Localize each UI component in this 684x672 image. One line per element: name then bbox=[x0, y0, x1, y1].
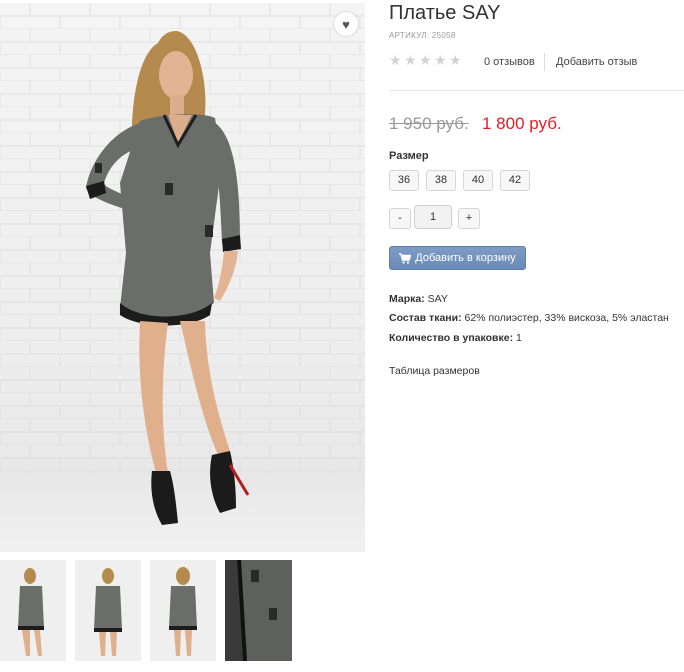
size-option-38[interactable]: 38 bbox=[426, 170, 456, 191]
size-table-link[interactable]: Таблица размеров bbox=[389, 365, 480, 377]
thumbnail-1-image bbox=[0, 560, 66, 661]
model-figure bbox=[86, 31, 250, 525]
size-option-36[interactable]: 36 bbox=[389, 170, 419, 191]
divider bbox=[544, 53, 545, 71]
star-icon[interactable]: ★ bbox=[389, 53, 402, 67]
size-label: Размер bbox=[389, 150, 429, 162]
favorite-button[interactable]: ♥ bbox=[334, 12, 358, 36]
heart-icon: ♥ bbox=[342, 16, 350, 32]
star-icon[interactable]: ★ bbox=[404, 53, 417, 67]
product-title: Платье SAY bbox=[389, 2, 501, 24]
star-icon[interactable]: ★ bbox=[419, 53, 432, 67]
divider bbox=[389, 90, 684, 91]
spec-key: Состав ткани: bbox=[389, 312, 462, 324]
add-to-cart-label: Добавить в корзину bbox=[415, 252, 516, 264]
current-price: 1 800 руб. bbox=[482, 114, 562, 133]
quantity-input[interactable] bbox=[414, 205, 452, 229]
spec-value: 62% полиэстер, 33% вискоза, 5% эластан bbox=[464, 312, 669, 324]
product-sku: АРТИКУЛ: 25058 bbox=[389, 31, 456, 40]
thumbnail-3[interactable] bbox=[150, 560, 216, 661]
spec-brand: Марка: SAY bbox=[389, 293, 448, 305]
spec-package-quantity: Количество в упаковке: 1 bbox=[389, 332, 522, 344]
old-price: 1 950 руб. bbox=[389, 114, 469, 133]
thumbnail-4[interactable] bbox=[225, 560, 292, 661]
thumbnail-4-image bbox=[225, 560, 292, 661]
thumbnail-3-image bbox=[150, 560, 216, 661]
star-icon[interactable]: ★ bbox=[449, 53, 462, 67]
spec-key: Марка: bbox=[389, 293, 425, 305]
thumbnail-2[interactable] bbox=[75, 560, 141, 661]
main-product-photo[interactable]: ♥ bbox=[0, 3, 365, 552]
thumbnail-1[interactable] bbox=[0, 560, 66, 661]
cart-icon bbox=[399, 252, 412, 264]
star-icon[interactable]: ★ bbox=[434, 53, 447, 67]
spec-value: 1 bbox=[516, 332, 522, 344]
quantity-decrease-button[interactable]: - bbox=[389, 208, 411, 229]
spec-value: SAY bbox=[427, 293, 448, 305]
add-review-link[interactable]: Добавить отзыв bbox=[556, 56, 637, 68]
thumbnail-2-image bbox=[75, 560, 141, 661]
reviews-count-link[interactable]: 0 отзывов bbox=[484, 56, 535, 68]
spec-key: Количество в упаковке: bbox=[389, 332, 514, 344]
quantity-increase-button[interactable]: + bbox=[458, 208, 480, 229]
rating-stars[interactable]: ★ ★ ★ ★ ★ bbox=[389, 53, 462, 67]
size-option-42[interactable]: 42 bbox=[500, 170, 530, 191]
size-option-40[interactable]: 40 bbox=[463, 170, 493, 191]
add-to-cart-button[interactable]: Добавить в корзину bbox=[389, 246, 526, 270]
spec-fabric: Состав ткани: 62% полиэстер, 33% вискоза… bbox=[389, 312, 669, 324]
